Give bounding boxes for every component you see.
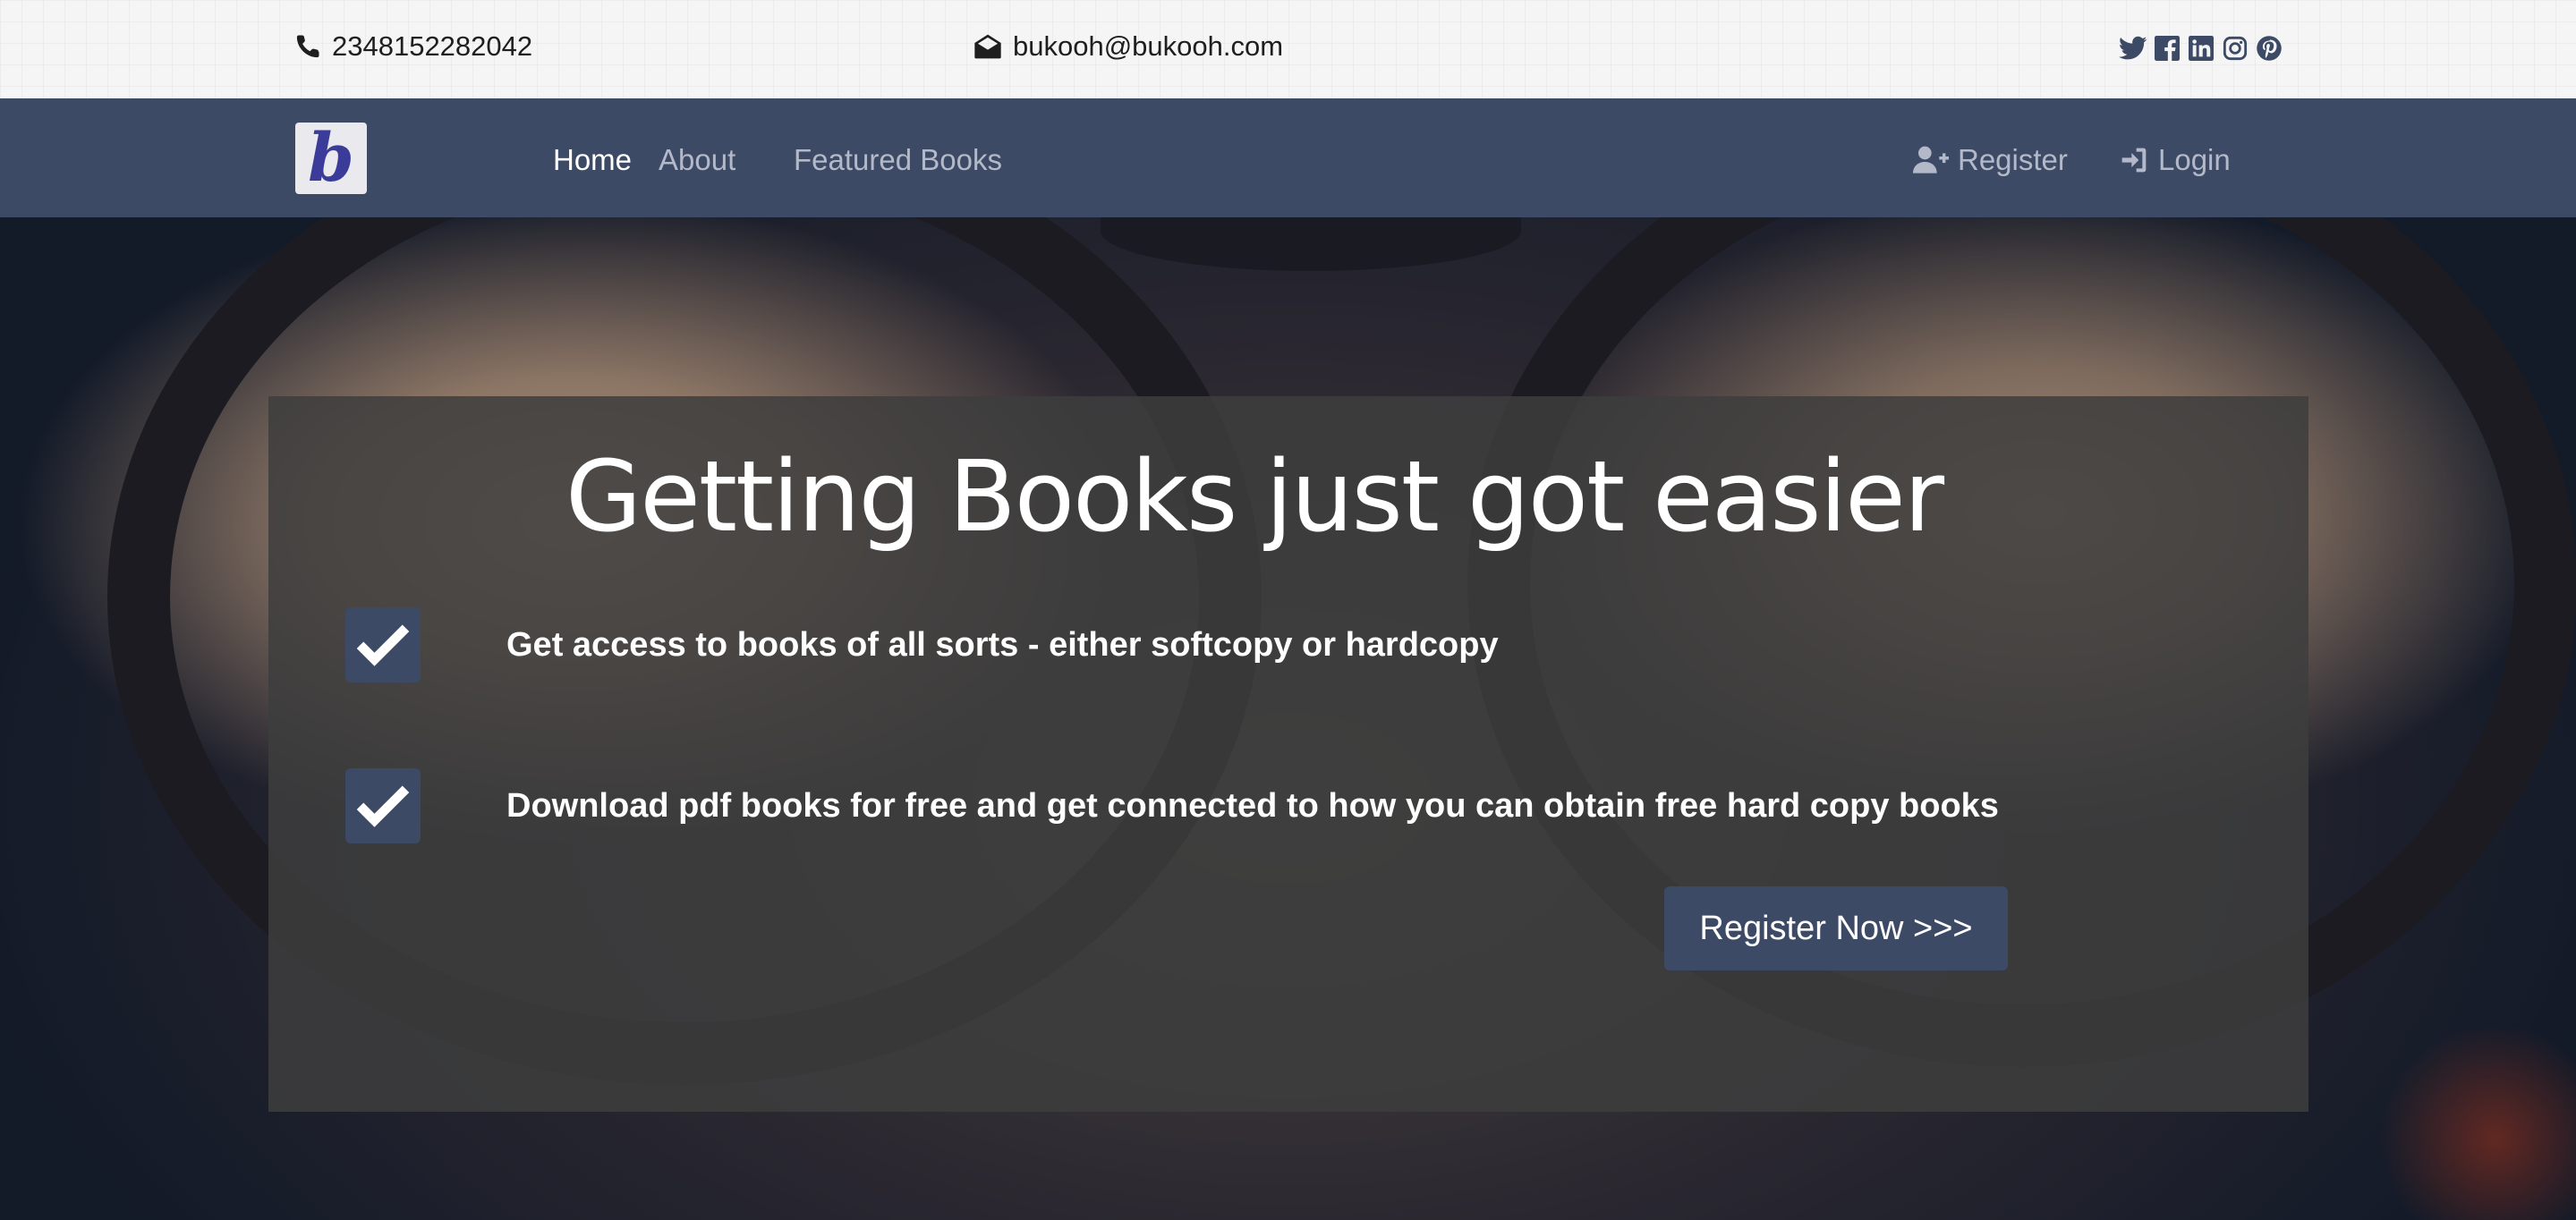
phone-contact[interactable]: 2348152282042 — [294, 30, 532, 63]
nav-about-link[interactable]: About — [659, 143, 735, 177]
email-contact[interactable]: bukooh@bukooh.com — [973, 30, 1283, 63]
nav-register-link[interactable]: Register — [1913, 143, 2068, 177]
instagram-icon[interactable] — [2221, 34, 2249, 63]
nav-login-link[interactable]: Login — [2119, 143, 2231, 177]
phone-number: 2348152282042 — [332, 30, 533, 62]
user-plus-icon — [1913, 146, 1949, 174]
site-logo[interactable]: b — [295, 120, 367, 197]
nav-home-link[interactable]: Home — [553, 143, 632, 177]
phone-icon — [296, 35, 319, 58]
contact-bar: 2348152282042 bukooh@bukooh.com — [0, 0, 2576, 98]
check-icon — [345, 607, 421, 682]
sign-in-icon — [2121, 148, 2147, 173]
register-now-button[interactable]: Register Now >>> — [1664, 886, 2008, 970]
facebook-icon[interactable] — [2153, 34, 2181, 63]
background-glow — [2379, 1023, 2576, 1220]
linkedin-icon[interactable] — [2187, 34, 2215, 63]
twitter-icon[interactable] — [2119, 34, 2147, 63]
social-links — [2119, 34, 2283, 63]
main-navbar: b Home About Featured Books Register Log… — [0, 98, 2576, 217]
hero-section: Getting Books just got easier Get access… — [0, 217, 2576, 1220]
check-icon — [345, 768, 421, 843]
hero-title: Getting Books just got easier — [565, 439, 1944, 554]
nav-featured-books-link[interactable]: Featured Books — [794, 143, 1002, 177]
login-label: Login — [2158, 143, 2231, 176]
glasses-bridge-image — [1101, 217, 1521, 271]
logo-letter: b — [308, 120, 354, 197]
envelope-icon — [974, 34, 1001, 59]
feature-item: Download pdf books for free and get conn… — [506, 787, 1999, 825]
register-label: Register — [1958, 143, 2068, 176]
hero-panel: Getting Books just got easier Get access… — [268, 396, 2308, 1112]
email-address: bukooh@bukooh.com — [1013, 30, 1284, 62]
pinterest-icon[interactable] — [2255, 34, 2283, 63]
feature-item: Get access to books of all sorts - eithe… — [506, 626, 1499, 664]
